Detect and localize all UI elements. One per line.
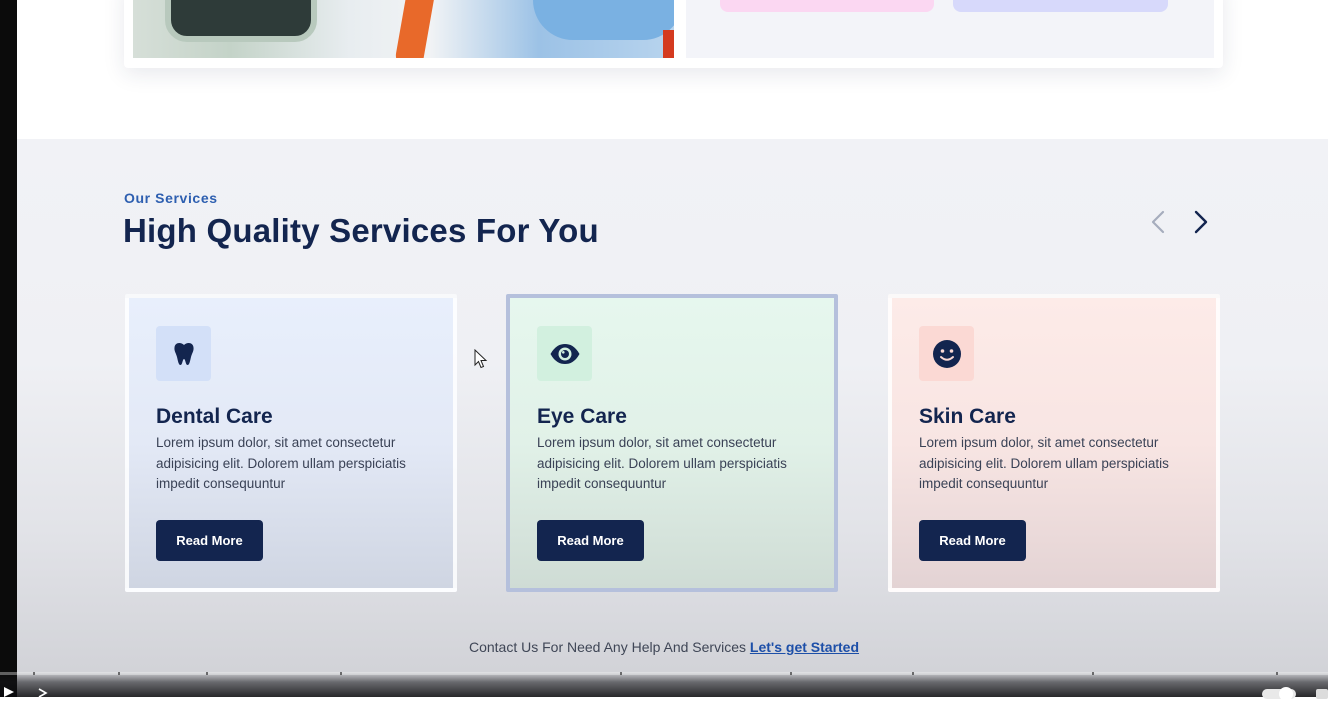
eye-icon-box: [537, 326, 592, 381]
read-more-button[interactable]: Read More: [156, 520, 263, 561]
read-more-button[interactable]: Read More: [919, 520, 1026, 561]
tooth-icon-box: [156, 326, 211, 381]
chapter-marker: [118, 672, 120, 675]
chapter-marker: [790, 672, 792, 675]
card-description: Lorem ipsum dolor, sit amet consectetur …: [537, 435, 787, 491]
card-title: Dental Care: [156, 405, 273, 428]
chapter-marker: [340, 672, 342, 675]
carousel-next-button[interactable]: [1186, 206, 1216, 238]
settings-icon[interactable]: [1316, 689, 1328, 699]
next-icon[interactable]: [36, 688, 50, 697]
carousel-prev-button[interactable]: [1143, 206, 1173, 238]
video-player-bar: [0, 672, 1328, 697]
tooth-icon: [173, 342, 194, 365]
smiley-icon: [932, 339, 961, 368]
smiley-icon-box: [919, 326, 974, 381]
chevron-left-icon: [1151, 210, 1165, 234]
chevron-right-icon: [1194, 210, 1208, 234]
contact-text: Contact Us For Need Any Help And Service…: [468, 639, 750, 655]
read-more-button[interactable]: Read More: [537, 520, 644, 561]
play-icon[interactable]: [2, 686, 16, 697]
chapter-marker: [206, 672, 208, 675]
video-progress-bar[interactable]: [0, 672, 1328, 675]
hero-blue-tile: [953, 0, 1168, 12]
services-eyebrow: Our Services: [124, 190, 218, 206]
hero-image: [133, 0, 674, 58]
mouse-cursor-icon: [474, 349, 488, 369]
contact-line: Contact Us For Need Any Help And Service…: [0, 639, 1328, 655]
card-title: Eye Care: [537, 405, 627, 428]
chapter-marker: [912, 672, 914, 675]
left-edge-bar: [0, 0, 17, 697]
service-card-skin: Skin Care Lorem ipsum dolor, sit amet co…: [888, 294, 1220, 592]
get-started-link[interactable]: Let's get Started: [750, 639, 859, 655]
card-description: Lorem ipsum dolor, sit amet consectetur …: [156, 435, 406, 491]
chapter-marker: [620, 672, 622, 675]
service-card-dental: Dental Care Lorem ipsum dolor, sit amet …: [125, 294, 457, 592]
chapter-marker: [1092, 672, 1094, 675]
card-title: Skin Care: [919, 405, 1016, 428]
service-card-eye: Eye Care Lorem ipsum dolor, sit amet con…: [506, 294, 838, 592]
card-description: Lorem ipsum dolor, sit amet consectetur …: [919, 435, 1169, 491]
hero-pink-tile: [720, 0, 934, 12]
toggle-knob: [1279, 687, 1293, 701]
services-title: High Quality Services For You: [123, 212, 599, 249]
chapter-marker: [1276, 672, 1278, 675]
eye-icon: [550, 343, 579, 364]
chapter-marker: [33, 672, 35, 675]
